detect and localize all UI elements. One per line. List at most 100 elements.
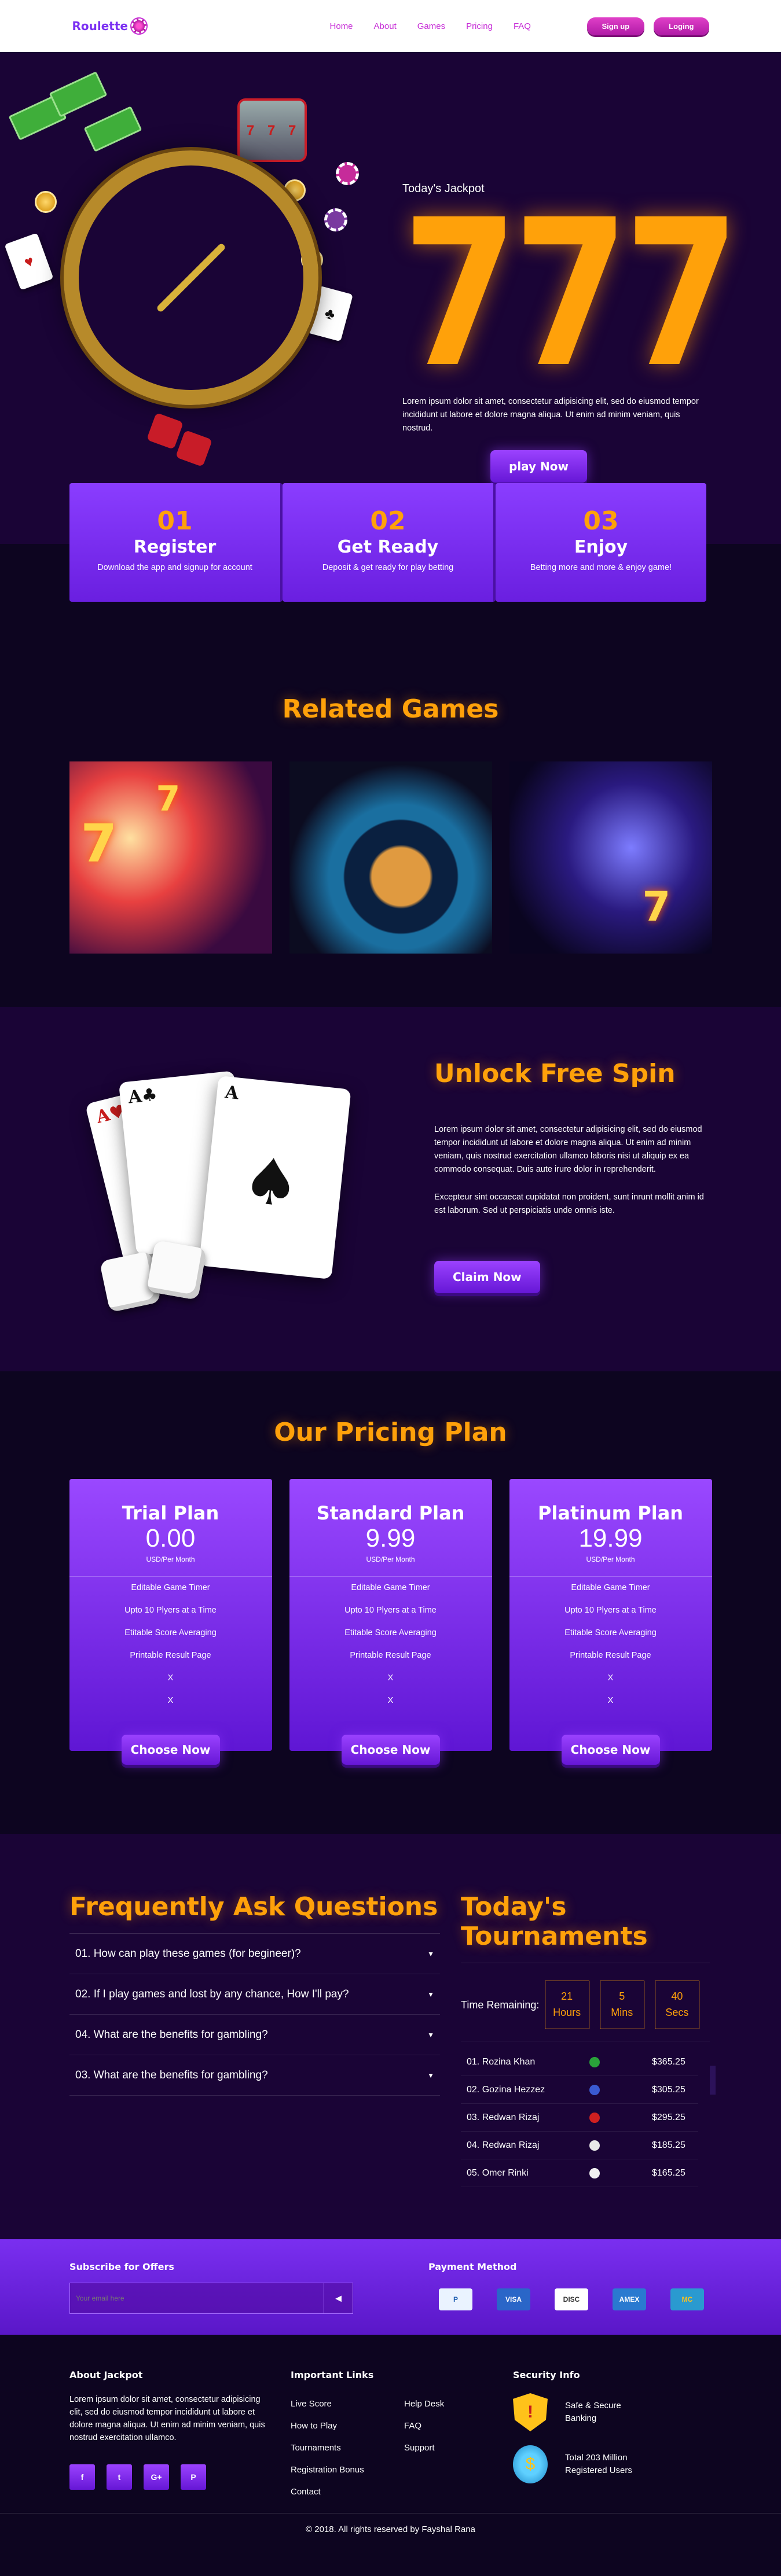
coin-icon [35,191,57,213]
plan-feature: X [387,1696,394,1705]
footer-link[interactable]: Live Score [291,2393,373,2415]
about-title: About Jackpot [69,2369,143,2380]
leaderboard-row: 05. Omer Rinki $165.25 [461,2159,698,2187]
plan-feature: Etitable Score Averaging [564,1628,657,1637]
caret-down-icon: ▼ [427,1990,434,1999]
hero-roulette-illustration: ♥ ♣ 777 [4,71,371,468]
faq-question: 01. How can play these games (for begine… [75,1947,301,1960]
subscribe-title: Subscribe for Offers [69,2261,174,2272]
play-now-button[interactable]: play Now [490,450,588,483]
timer-hours: 21 Hours [544,1981,589,2029]
visa-icon: VISA [497,2288,530,2310]
facebook-icon[interactable]: f [69,2464,95,2490]
faq-item[interactable]: 04. What are the benefits for gambling? ▼ [69,2015,440,2055]
google-plus-icon[interactable]: G+ [144,2464,169,2490]
prize-amount: $365.25 [652,2056,685,2067]
flag-icon [589,2056,600,2067]
plan-feature: X [387,1673,394,1683]
footer-link[interactable]: FAQ [404,2415,444,2437]
plan-trial: Trial Plan 0.00 USD/Per Month Editable G… [69,1479,272,1765]
nav-about[interactable]: About [374,21,397,31]
faq-item[interactable]: 02. If I play games and lost by any chan… [69,1974,440,2015]
pricing-title: Our Pricing Plan [274,1418,507,1447]
send-arrow-icon[interactable]: ◄ [324,2283,353,2313]
footer-link[interactable]: Tournaments [291,2437,373,2459]
prize-amount: $295.25 [652,2112,685,2122]
footer-link[interactable]: Contact [291,2481,373,2503]
game-poker-image[interactable]: 7 [509,761,712,954]
player-name: 04. Redwan Rizaj [467,2140,540,2150]
claim-now-button[interactable]: Claim Now [434,1261,540,1293]
leaderboard-scrollbar[interactable] [710,2066,716,2095]
leaderboard-row: 03. Redwan Rizaj $295.25 [461,2104,698,2132]
signup-button[interactable]: Sign up [586,17,645,35]
logo[interactable]: Roulette [72,19,146,34]
mastercard-icon: MC [670,2288,704,2310]
time-remaining-label: Time Remaining: [461,1999,540,2011]
caret-down-icon: ▼ [427,1949,434,1958]
casino-chip-icon [131,19,146,34]
step-title: Enjoy [574,537,628,557]
nav-faq[interactable]: FAQ [514,21,531,31]
leaderboard-row: 02. Gozina Hezzez $305.25 [461,2076,698,2104]
footer-link[interactable]: Registration Bonus [291,2459,373,2481]
plan-feature: Printable Result Page [130,1651,211,1660]
plan-name: Standard Plan [316,1502,465,1524]
dice-icon [146,1239,207,1301]
timer-value: 21 [561,1990,573,2002]
logo-text: Roulette [72,19,128,33]
warning-shield-icon: ! [513,2393,548,2431]
choose-now-button[interactable]: Choose Now [561,1735,660,1765]
twitter-icon[interactable]: t [107,2464,132,2490]
faq-item[interactable]: 03. What are the benefits for gambling? ▼ [69,2055,440,2096]
security-text: Total 203 Million Registered Users [565,2453,632,2475]
game-roulette-image[interactable] [289,761,492,954]
player-name: 03. Redwan Rizaj [467,2112,540,2122]
plan-feature: Editable Game Timer [351,1583,430,1592]
choose-now-button[interactable]: Choose Now [341,1735,440,1765]
step-number: 02 [370,506,406,536]
seven-icon: 7 [156,779,181,819]
faq-question: 02. If I play games and lost by any chan… [75,1988,349,2000]
nav-pricing[interactable]: Pricing [466,21,493,31]
step-desc: Download the app and signup for account [97,563,252,572]
plan-price: 0.00 [145,1524,196,1552]
footer-link[interactable]: Support [404,2437,444,2459]
security-item: $ Total 203 Million Registered Users [513,2445,646,2483]
free-spin-paragraph: Lorem ipsum dolor sit amet, consectetur … [434,1125,702,1174]
nav-home[interactable]: Home [330,21,353,31]
plan-feature: X [167,1696,174,1705]
pinterest-icon[interactable]: P [181,2464,206,2490]
step-desc: Deposit & get ready for play betting [322,563,454,572]
game-slots-image[interactable]: 7 7 [69,761,272,954]
about-text: Lorem ipsum dolor sit amet, consectetur … [69,2395,265,2442]
playing-card-icon: ♥ [4,233,54,290]
money-icon [83,106,142,152]
dice-icon [146,412,184,450]
free-spin-section: A♥ A♣ A ♠ Unlock Free Spin Lorem ipsum do… [0,1007,781,1371]
related-games-section: Related Games 7 7 7 [0,544,781,1007]
poker-chip-icon [324,208,347,231]
login-button[interactable]: Loging [654,17,709,35]
nav-games[interactable]: Games [417,21,445,31]
plan-feature: Upto 10 Plyers at a Time [564,1606,657,1615]
footer-link[interactable]: How to Play [291,2415,373,2437]
copyright: © 2018. All rights reserved by Fayshal R… [0,2513,781,2545]
timer-unit: Secs [665,2007,689,2018]
plan-feature: Editable Game Timer [131,1583,210,1592]
timer-mins: 5 Mins [599,1981,644,2029]
poker-chip-icon [336,162,359,185]
player-name: 01. Rozina Khan [467,2056,536,2067]
email-input[interactable] [70,2283,325,2313]
faq-item[interactable]: 01. How can play these games (for begine… [69,1934,440,1974]
timer-value: 40 [671,1990,683,2002]
footer-link[interactable]: Help Desk [404,2393,444,2415]
timer-unit: Mins [611,2007,633,2018]
plan-period: USD/Per Month [146,1555,195,1563]
ace-of-spades-icon: A ♠ [199,1075,351,1280]
amex-icon: AMEX [613,2288,646,2310]
flag-icon [589,2140,600,2151]
choose-now-button[interactable]: Choose Now [121,1735,220,1765]
plan-price: 9.99 [365,1524,416,1552]
footer: About Jackpot Lorem ipsum dolor sit amet… [0,2335,781,2545]
